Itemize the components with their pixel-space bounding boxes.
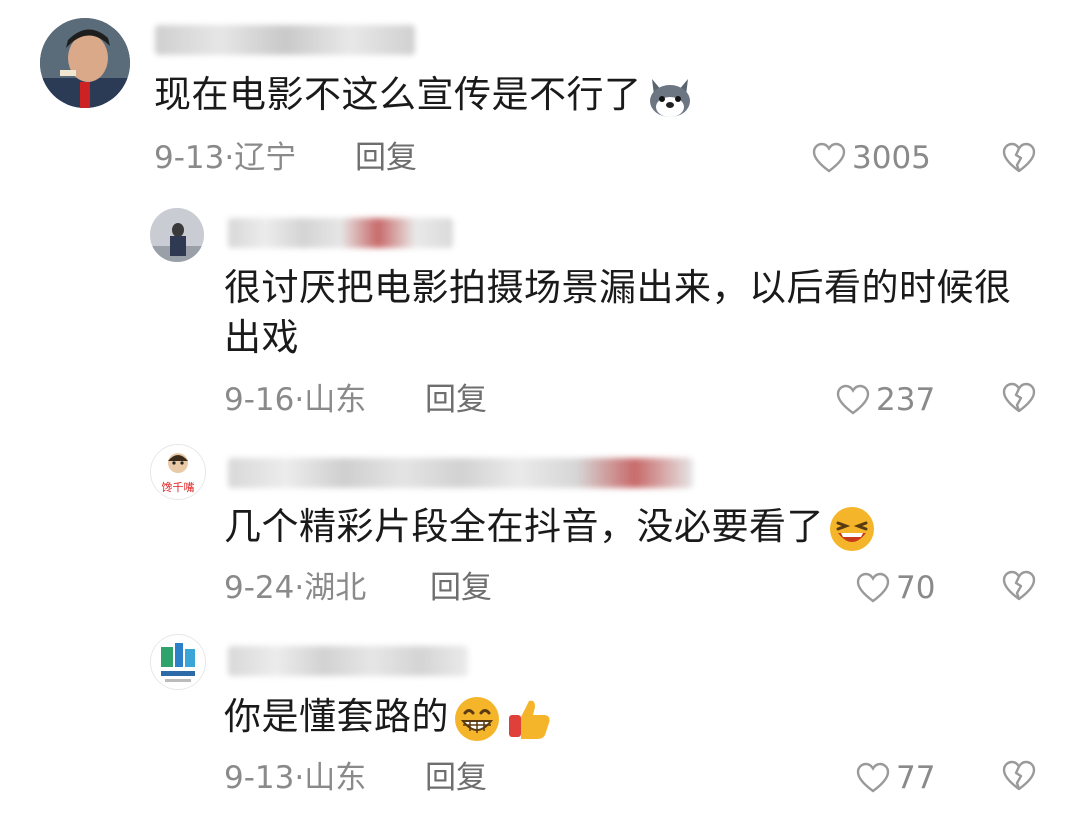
heart-icon (856, 762, 890, 794)
comment-text: 你是懂套路的 (224, 692, 553, 743)
like-count: 70 (896, 570, 936, 606)
comment-date: 9-16 (224, 382, 295, 418)
dislike-button[interactable] (1002, 142, 1036, 174)
heart-icon (836, 384, 870, 416)
username-blurred[interactable] (155, 25, 415, 55)
reply-item: 你是懂套路的 9-13·山东 回复 77 (0, 620, 1080, 823)
comment-region: 湖北 (304, 570, 367, 606)
heart-icon (856, 572, 890, 604)
comment-region: 山东 (304, 760, 367, 796)
comment-thread: 现在电影不这么宣传是不行了 9-13·辽宁 回复 3005 很讨厌把电影拍摄场景… (0, 0, 1080, 823)
avatar[interactable] (150, 208, 204, 262)
separator: · (294, 382, 305, 418)
separator: · (224, 140, 235, 176)
comment-text: 很讨厌把电影拍摄场景漏出来，以后看的时候很 出戏 (224, 263, 1012, 363)
reply-item: 馋千嘴 几个精彩片段全在抖音，没必要看了 9-24·湖北 回复 70 (0, 430, 1080, 620)
like-count: 77 (896, 760, 936, 796)
avatar[interactable] (150, 634, 206, 690)
comment-meta: 9-13·山东 (224, 758, 366, 798)
comment-meta: 9-16·山东 (224, 380, 366, 420)
comment-item: 现在电影不这么宣传是不行了 9-13·辽宁 回复 3005 (0, 0, 1080, 190)
husky-emoji (646, 75, 694, 119)
like-button[interactable]: 70 (856, 568, 935, 608)
reply-button[interactable]: 回复 (355, 138, 417, 178)
username-blurred[interactable] (228, 218, 453, 248)
like-count: 237 (876, 382, 936, 418)
laughing-emoji (828, 505, 876, 553)
comment-text-line: 出戏 (224, 316, 299, 359)
reply-button[interactable]: 回复 (425, 380, 487, 420)
comment-text-line: 很讨厌把电影拍摄场景漏出来，以后看的时候很 (224, 266, 1012, 309)
thumbs-up-emoji (505, 695, 553, 743)
reply-item: 很讨厌把电影拍摄场景漏出来，以后看的时候很 出戏 9-16·山东 回复 237 (0, 190, 1080, 430)
comment-text-body: 几个精彩片段全在抖音，没必要看了 (224, 505, 824, 548)
like-button[interactable]: 237 (836, 380, 935, 420)
comment-date: 9-13 (154, 140, 225, 176)
reply-button[interactable]: 回复 (425, 758, 487, 798)
reply-button[interactable]: 回复 (430, 568, 492, 608)
broken-heart-icon (1002, 570, 1036, 602)
broken-heart-icon (1002, 382, 1036, 414)
avatar[interactable]: 馋千嘴 (150, 444, 206, 500)
dislike-button[interactable] (1002, 760, 1036, 792)
like-count: 3005 (852, 140, 931, 176)
separator: · (294, 760, 305, 796)
comment-text-body: 你是懂套路的 (224, 695, 449, 738)
avatar-logo-text: 馋千嘴 (162, 480, 195, 494)
comment-date: 9-13 (224, 760, 295, 796)
broken-heart-icon (1002, 142, 1036, 174)
separator: · (294, 570, 305, 606)
like-button[interactable]: 77 (856, 758, 935, 798)
dislike-button[interactable] (1002, 570, 1036, 602)
heart-icon (812, 142, 846, 174)
comment-text-body: 现在电影不这么宣传是不行了 (154, 73, 642, 116)
comment-date: 9-24 (224, 570, 295, 606)
dislike-button[interactable] (1002, 382, 1036, 414)
comment-meta: 9-13·辽宁 (154, 138, 296, 178)
comment-region: 辽宁 (234, 140, 297, 176)
username-blurred[interactable] (228, 458, 693, 488)
avatar[interactable] (40, 18, 130, 108)
broken-heart-icon (1002, 760, 1036, 792)
comment-region: 山东 (304, 382, 367, 418)
comment-text: 几个精彩片段全在抖音，没必要看了 (224, 502, 876, 553)
grin-emoji (453, 695, 501, 743)
username-blurred[interactable] (228, 646, 468, 676)
like-button[interactable]: 3005 (812, 138, 931, 178)
comment-text: 现在电影不这么宣传是不行了 (154, 70, 694, 120)
comment-meta: 9-24·湖北 (224, 568, 366, 608)
